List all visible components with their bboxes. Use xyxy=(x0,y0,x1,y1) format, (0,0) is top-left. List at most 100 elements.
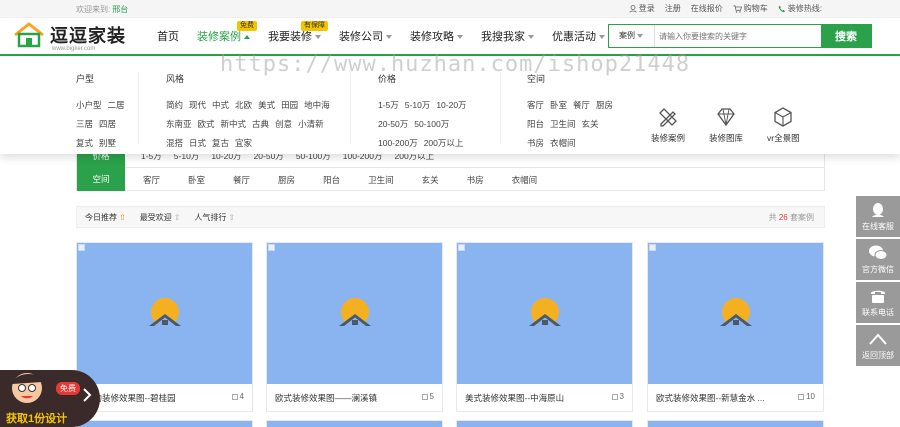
case-image[interactable] xyxy=(267,243,442,384)
quick-link-gallery[interactable]: 装修图库 xyxy=(709,106,743,144)
mega-link-jiage[interactable]: 50-100万 xyxy=(414,118,449,130)
nav-item-5[interactable]: 我搜我家 xyxy=(472,18,543,56)
mega-link-fengge[interactable]: 小清新 xyxy=(298,118,324,130)
case-title[interactable]: 欧式装修效果图——澜溪镇 xyxy=(275,392,415,404)
sidebar-phone[interactable]: 联系电话 xyxy=(856,282,900,324)
case-title[interactable]: 欧式装修效果图--新慧金水 ... xyxy=(656,392,796,404)
case-card[interactable]: 简约装修效果图--碧桂园 4 xyxy=(76,242,253,412)
sidebar-online-service[interactable]: 在线客服 xyxy=(856,196,900,238)
mega-link-fengge[interactable]: 地中海 xyxy=(304,99,330,111)
mega-link-jiage[interactable]: 1-5万 xyxy=(378,99,399,111)
mega-link-huxing[interactable]: 三居 xyxy=(76,118,93,130)
case-image[interactable] xyxy=(648,243,823,384)
mega-row: 客厅 卧室 餐厅 厨房 xyxy=(527,99,613,111)
quick-label-gallery: 装修图库 xyxy=(709,133,744,143)
case-title[interactable]: 美式装修效果图--中海原山 xyxy=(465,392,605,404)
filter-option-space[interactable]: 餐厅 xyxy=(233,174,250,186)
mega-link-fengge[interactable]: 东南亚 xyxy=(166,118,192,130)
mega-link-kongjian[interactable]: 阳台 xyxy=(527,118,544,130)
nav-item-3[interactable]: 装修公司 xyxy=(330,18,401,56)
mega-link-fengge[interactable]: 复古 xyxy=(212,137,229,149)
filter-option-space[interactable]: 衣帽间 xyxy=(512,174,538,186)
search-input[interactable] xyxy=(655,25,821,47)
mega-link-fengge[interactable]: 新中式 xyxy=(221,118,247,130)
register-label[interactable]: 注册 xyxy=(665,3,681,14)
mega-link-huxing[interactable]: 别墅 xyxy=(99,137,116,149)
mega-link-jiage[interactable]: 10-20万 xyxy=(436,99,466,111)
sidebar-back-to-top[interactable]: 返回顶部 xyxy=(856,325,900,367)
logo[interactable]: 逗逗家装 www.bigker.com xyxy=(12,22,126,52)
chevron-down-icon xyxy=(315,35,321,40)
nav-item-0[interactable]: 首页 xyxy=(148,18,188,56)
register-link[interactable]: 注册 xyxy=(665,3,681,14)
mega-link-huxing[interactable]: 二居 xyxy=(108,99,125,111)
sidebar-wechat[interactable]: 官方微信 xyxy=(856,239,900,281)
mega-link-kongjian[interactable]: 餐厅 xyxy=(573,99,590,111)
mega-link-huxing[interactable]: 四居 xyxy=(99,118,116,130)
mega-link-fengge[interactable]: 古典 xyxy=(252,118,269,130)
case-title[interactable]: 简约装修效果图--碧桂园 xyxy=(85,392,225,404)
case-card[interactable]: 美式装修效果图--中海原山 3 xyxy=(456,242,633,412)
nav-item-6[interactable]: 优惠活动 xyxy=(543,18,614,56)
case-image[interactable] xyxy=(77,243,252,384)
mega-link-jiage[interactable]: 200万以上 xyxy=(424,137,464,149)
login-link[interactable]: 登录 xyxy=(629,3,655,14)
space-options: 客厅 卧室 餐厅 厨房 阳台 卫生间 玄关 书房 衣帽间 xyxy=(125,174,537,186)
filter-option-space[interactable]: 书房 xyxy=(467,174,484,186)
filter-option-space[interactable]: 厨房 xyxy=(278,174,295,186)
mega-link-kongjian[interactable]: 卧室 xyxy=(550,99,567,111)
mega-link-fengge[interactable]: 混搭 xyxy=(166,137,183,149)
mega-link-fengge[interactable]: 简约 xyxy=(166,99,183,111)
search-button[interactable]: 搜索 xyxy=(821,25,871,47)
nav-item-label: 装修案例 xyxy=(197,31,241,43)
case-card-next-row xyxy=(647,420,824,427)
quick-link-vr[interactable]: vr全景图 xyxy=(767,106,800,144)
search-type-select[interactable]: 案例 xyxy=(609,25,655,47)
mega-link-kongjian[interactable]: 玄关 xyxy=(582,118,599,130)
login-label[interactable]: 登录 xyxy=(639,3,655,14)
mega-link-kongjian[interactable]: 书房 xyxy=(527,137,544,149)
filter-option-space[interactable]: 玄关 xyxy=(422,174,439,186)
sort-popular[interactable]: 最受欢迎 ⇧ xyxy=(140,212,181,223)
quick-link-cases[interactable]: 装修案例 xyxy=(651,106,685,144)
free-design-promo[interactable]: 免费 获取1份设计 xyxy=(0,362,100,427)
nav-item-1[interactable]: 装修案例 免费 xyxy=(188,18,259,56)
filter-option-space[interactable]: 卧室 xyxy=(188,174,205,186)
mega-link-fengge[interactable]: 美式 xyxy=(258,99,275,111)
filter-option-space[interactable]: 客厅 xyxy=(143,174,160,186)
mega-link-huxing[interactable]: 复式 xyxy=(76,137,93,149)
photo-count: 10 xyxy=(798,392,815,401)
mega-link-fengge[interactable]: 宜家 xyxy=(235,137,252,149)
mega-link-jiage[interactable]: 100-200万 xyxy=(378,137,418,149)
mega-link-fengge[interactable]: 中式 xyxy=(212,99,229,111)
case-card-next-row xyxy=(76,420,253,427)
mega-link-jiage[interactable]: 5-10万 xyxy=(405,99,431,111)
mega-link-kongjian[interactable]: 厨房 xyxy=(596,99,613,111)
mega-link-jiage[interactable]: 20-50万 xyxy=(378,118,408,130)
mega-link-fengge[interactable]: 欧式 xyxy=(198,118,215,130)
cart-label[interactable]: 购物车 xyxy=(744,3,768,14)
case-image[interactable] xyxy=(457,243,632,384)
filter-option-space[interactable]: 卫生间 xyxy=(368,174,394,186)
hotline: 装修热线: xyxy=(778,3,822,14)
quote-link[interactable]: 在线报价 xyxy=(691,3,723,14)
mega-link-fengge[interactable]: 日式 xyxy=(189,137,206,149)
quote-label[interactable]: 在线报价 xyxy=(691,3,723,14)
city-link[interactable]: 邢台 xyxy=(112,5,128,14)
mega-link-fengge[interactable]: 北欧 xyxy=(235,99,252,111)
mega-link-kongjian[interactable]: 衣帽间 xyxy=(550,137,576,149)
case-card[interactable]: 欧式装修效果图——澜溪镇 5 xyxy=(266,242,443,412)
nav-item-2[interactable]: 我要装修 有保障 xyxy=(259,18,330,56)
nav-item-4[interactable]: 装修攻略 xyxy=(401,18,472,56)
cart-link[interactable]: 购物车 xyxy=(733,3,768,14)
sort-today[interactable]: 今日推荐 ⇧ xyxy=(85,212,126,223)
mega-link-kongjian[interactable]: 卫生间 xyxy=(550,118,576,130)
filter-option-space[interactable]: 阳台 xyxy=(323,174,340,186)
mega-link-fengge[interactable]: 田园 xyxy=(281,99,298,111)
sort-ranking[interactable]: 人气排行 ⇧ xyxy=(194,212,235,223)
case-card[interactable]: 欧式装修效果图--新慧金水 ... 10 xyxy=(647,242,824,412)
mega-link-kongjian[interactable]: 客厅 xyxy=(527,99,544,111)
mega-link-fengge[interactable]: 创意 xyxy=(275,118,292,130)
mega-link-huxing[interactable]: 小户型 xyxy=(76,99,102,111)
mega-link-fengge[interactable]: 现代 xyxy=(189,99,206,111)
